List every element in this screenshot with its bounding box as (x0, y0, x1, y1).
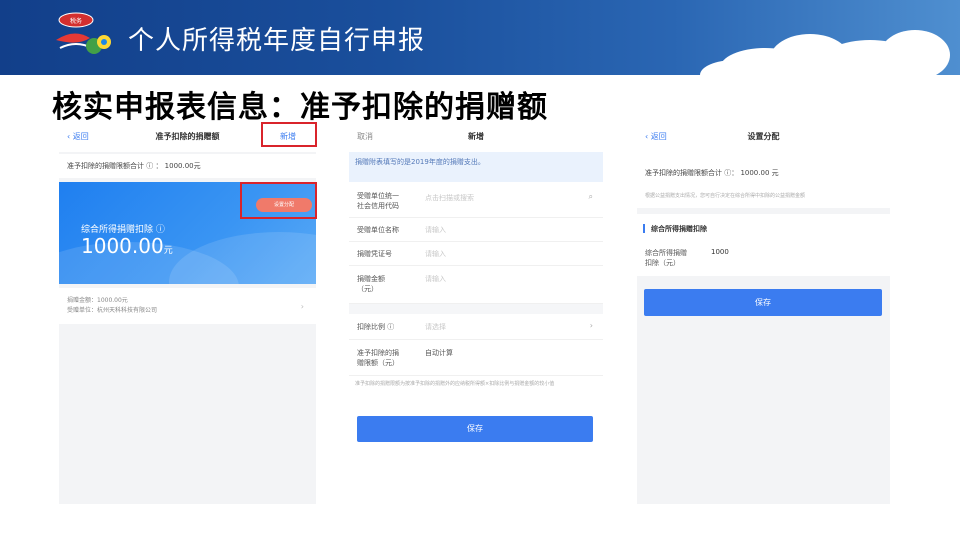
highlight-box-allocation (240, 182, 317, 219)
donee-name-field[interactable]: 受赠单位名称 请输入 (349, 218, 603, 242)
donation-amount-field[interactable]: 捐赠金额 （元） 请输入 (349, 266, 603, 304)
svg-text:税务: 税务 (70, 17, 82, 25)
donation-limit-panel: 准予扣除的捐赠限额合计 ⓘ： 1000.00 元 根据公益捐赠支出情况，您可自行… (637, 152, 890, 208)
cancel-button[interactable]: 取消 (357, 131, 373, 142)
deduction-label: 综合所得捐赠 扣除（元） (645, 249, 687, 267)
phone-screen-donation-list: ‹ 返回 准予扣除的捐赠额 新增 准予扣除的捐赠限额合计 ⓘ ： 1000.00… (59, 122, 316, 504)
nav-title: 设置分配 (747, 132, 780, 141)
section-marker (643, 224, 645, 233)
highlight-box-add (261, 122, 317, 147)
donee-unit-text: 受赠单位：杭州天科科技有限公司 (67, 307, 158, 314)
limit-hint-text: 根据公益捐赠支出情况，您可自行决定在综合所得中扣除的公益捐赠金额 (645, 193, 806, 199)
footnote-text: 准予扣除的捐赠限额为按准予扣除的捐赠外的应纳税所得额×扣除比例与捐赠金额的较小值 (355, 381, 555, 387)
chevron-right-icon: › (300, 302, 304, 311)
slide: 税务 个人所得税年度自行申报 核实申报表信息：准予扣除的捐赠额 ‹ 返回 准予扣… (0, 0, 960, 540)
back-button[interactable]: ‹ 返回 (67, 131, 89, 142)
limit-total-text: 准予扣除的捐赠限额合计 ⓘ： 1000.00 元 (645, 169, 779, 177)
voucher-number-field[interactable]: 捐赠凭证号 请输入 (349, 242, 603, 266)
nav-bar: 取消 新增 (349, 122, 603, 152)
save-button[interactable]: 保存 (357, 416, 593, 442)
nav-title: 新增 (468, 132, 484, 141)
section-title: 综合所得捐赠扣除 (651, 225, 707, 233)
notice-banner: 捐赠附表填写的是2019年度的捐赠支出。 (349, 152, 603, 182)
back-button[interactable]: ‹ 返回 (645, 131, 667, 142)
deduction-value-input[interactable]: 1000 (711, 248, 729, 256)
comprehensive-deduction-section: 综合所得捐赠扣除 综合所得捐赠 扣除（元） 1000 (637, 214, 890, 276)
chevron-right-icon: › (589, 321, 593, 330)
donation-amount-text: 捐赠金额：1000.00元 (67, 297, 128, 304)
banner-title: 个人所得税年度自行申报 (128, 26, 426, 56)
search-icon[interactable]: ⌕ (589, 192, 593, 202)
save-button[interactable]: 保存 (644, 289, 882, 316)
banner: 税务 个人所得税年度自行申报 (0, 0, 960, 75)
page-title: 核实申报表信息：准予扣除的捐赠额 (52, 90, 548, 125)
card-amount: 1000.00元 (81, 234, 173, 258)
credit-code-field[interactable]: 受赠单位统一 社会信用代码 点击扫描或搜索 ⌕ (349, 184, 603, 218)
donation-record-item[interactable]: 捐赠金额：1000.00元 受赠单位：杭州天科科技有限公司 › (59, 288, 316, 324)
phone-screen-add-donation: 取消 新增 捐赠附表填写的是2019年度的捐赠支出。 受赠单位统一 社会信用代码 … (349, 122, 603, 504)
deduction-ratio-select[interactable]: 扣除比例 ⓘ 请选择 › (349, 314, 603, 340)
deductible-limit-field: 准予扣除的捐 赠限额（元） 自动计算 (349, 340, 603, 376)
donation-limit-summary: 准予扣除的捐赠限额合计 ⓘ ： 1000.00元 (59, 154, 316, 178)
phone-screen-set-allocation: ‹ 返回 设置分配 准予扣除的捐赠限额合计 ⓘ： 1000.00 元 根据公益捐… (637, 122, 890, 504)
tax-logo-icon: 税务 (46, 10, 116, 62)
nav-bar: ‹ 返回 设置分配 (637, 122, 890, 152)
